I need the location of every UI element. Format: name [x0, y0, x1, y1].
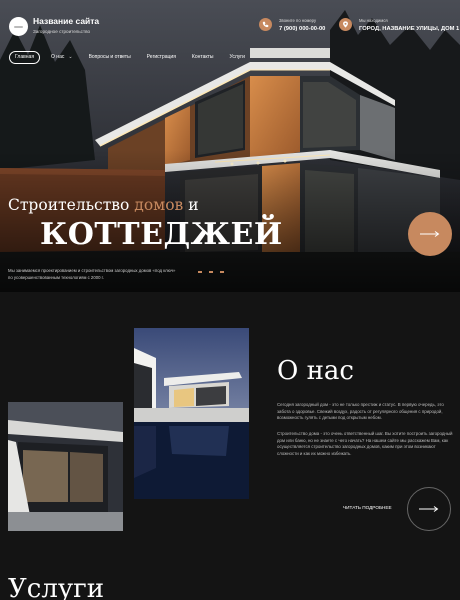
phone-icon	[259, 18, 272, 31]
hero-next-button[interactable]	[408, 212, 452, 256]
hero-section: Название сайта Загородное строительство …	[0, 0, 460, 292]
slider-dots[interactable]	[198, 271, 231, 273]
site-title[interactable]: Название сайта	[33, 16, 99, 26]
nav-item-contacts[interactable]: Контакты	[187, 51, 219, 64]
site-subtitle: Загородное строительство	[33, 29, 91, 34]
hero-description: Мы занимаемся проектированием и строител…	[8, 268, 176, 280]
about-title: О нас	[277, 356, 354, 386]
nav-item-label: Вопросы и ответы	[88, 54, 131, 60]
read-more-label[interactable]: ЧИТАТЬ ПОДРОБНЕЕ	[343, 505, 392, 510]
address-label: Мы находимся	[359, 18, 388, 23]
address-text: ГОРОД, НАЗВАНИЕ УЛИЦЫ, ДОМ 1	[359, 26, 460, 32]
nav-item-label: Контакты	[191, 54, 214, 60]
phone-number[interactable]: 7 (900) 000-00-00	[279, 26, 325, 32]
logo[interactable]	[9, 17, 28, 36]
hero-title-part2: и	[183, 196, 199, 214]
nav-item-about[interactable]: О нас ⌄	[46, 51, 78, 64]
nav-item-label: Регистрация	[146, 54, 176, 60]
nav-item-services[interactable]: Услуги	[225, 51, 250, 64]
logo-mark-icon	[14, 25, 23, 28]
about-image-modern-house	[8, 402, 123, 531]
services-title: Услуги	[8, 574, 105, 600]
nav-item-label: О нас	[51, 54, 65, 60]
phone-label: Звоните по номеру	[279, 18, 317, 23]
nav-item-home[interactable]: Главная	[9, 51, 41, 64]
nav-item-faq[interactable]: Вопросы и ответы	[84, 51, 136, 64]
arrow-right-icon	[420, 231, 440, 237]
hero-title-big: КОТТЕДЖЕЙ	[40, 217, 283, 252]
hero-title-line1: Строительство домов и	[8, 196, 199, 214]
arrow-right-icon	[419, 506, 439, 512]
chevron-down-icon: ⌄	[68, 54, 73, 60]
hero-title-accent: домов	[134, 196, 184, 214]
main-nav: Главная О нас ⌄ Вопросы и ответы Регистра…	[9, 50, 256, 65]
header-bar: Название сайта Загородное строительство …	[0, 0, 460, 44]
nav-item-label: Услуги	[229, 54, 245, 60]
location-pin-icon	[339, 18, 352, 31]
about-paragraph-1: Сегодня загородный дом - это не только п…	[277, 402, 444, 421]
about-paragraph-2: Строительство дома - это очень ответстве…	[277, 431, 453, 456]
read-more-button[interactable]	[407, 487, 451, 531]
hero-title-part1: Строительство	[8, 196, 135, 214]
about-image-pool-house	[134, 328, 249, 499]
nav-item-registration[interactable]: Регистрация	[142, 51, 181, 64]
nav-item-label: Главная	[15, 54, 35, 60]
